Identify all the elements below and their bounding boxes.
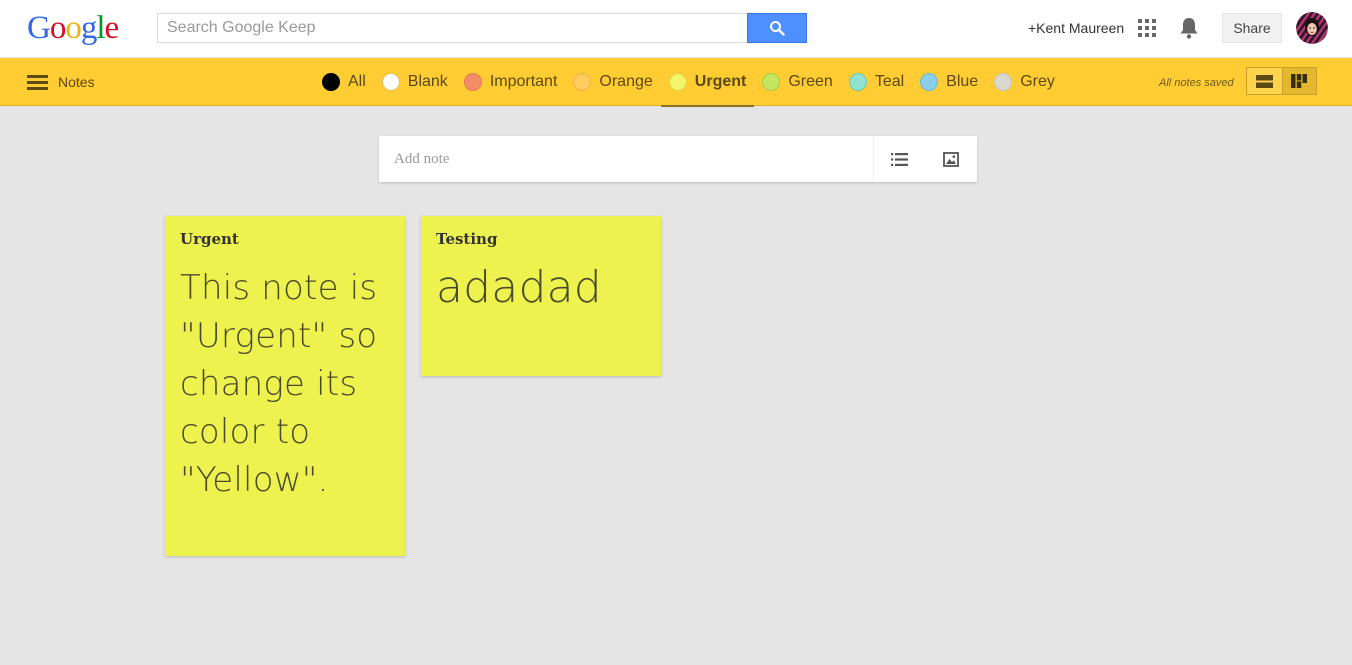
grid-view-icon (1291, 74, 1308, 88)
logo-letter: G (27, 10, 51, 46)
logo-letter: l (96, 10, 105, 46)
filter-blue[interactable]: Blue (912, 58, 986, 106)
color-dot-icon (573, 73, 592, 91)
filter-green[interactable]: Green (754, 58, 840, 106)
search-icon (770, 21, 785, 36)
search-box (157, 13, 748, 43)
add-note-bar (379, 136, 977, 182)
filter-grey[interactable]: Grey (986, 58, 1063, 106)
color-dot-icon (381, 73, 400, 91)
color-dot-icon (322, 73, 340, 91)
search-button[interactable] (747, 13, 807, 43)
checklist-icon (891, 152, 909, 166)
new-image-note-button[interactable] (926, 136, 978, 182)
avatar[interactable] (1296, 12, 1328, 44)
color-dot-icon (994, 73, 1013, 91)
user-profile-link[interactable]: +Kent Maureen (1028, 19, 1124, 37)
logo-letter: e (104, 10, 120, 46)
filter-teal[interactable]: Teal (841, 58, 912, 106)
color-filters: All Blank Important Orange Urgent Green Teal Bl… (314, 58, 1063, 107)
image-icon (943, 151, 960, 167)
new-list-button[interactable] (874, 136, 926, 182)
note-body: This note is "Urgent" so change its colo… (180, 268, 378, 500)
filter-blank[interactable]: Blank (374, 58, 456, 106)
filter-label: Orange (599, 73, 653, 90)
filter-label: Teal (874, 73, 905, 90)
google-logo[interactable]: Google (27, 9, 120, 47)
color-dot-icon (920, 73, 939, 91)
filter-label: Urgent (694, 73, 747, 90)
add-note-input[interactable] (379, 136, 873, 182)
filter-important[interactable]: Important (456, 58, 566, 106)
apps-grid-icon[interactable] (1138, 19, 1156, 37)
filter-label: All (348, 73, 366, 90)
note-title: Testing (436, 230, 498, 248)
list-view-icon (1255, 74, 1273, 88)
color-dot-icon (848, 73, 867, 91)
top-header: Google +Kent Maureen Share (0, 0, 1352, 58)
logo-letter: o (65, 10, 81, 46)
notes-section-label[interactable]: Notes (58, 74, 95, 91)
filter-orange[interactable]: Orange (565, 58, 660, 106)
filter-urgent[interactable]: Urgent (660, 58, 755, 107)
filter-label: Grey (1020, 73, 1055, 90)
hamburger-icon[interactable] (27, 75, 48, 90)
color-dot-icon (463, 73, 482, 91)
filter-label: Blank (407, 73, 448, 90)
color-filter-toolbar: Notes All Blank Important Orange Urgent Green… (0, 58, 1352, 107)
bell-icon[interactable] (1178, 16, 1200, 40)
logo-letter: g (80, 10, 97, 46)
filter-label: Blue (946, 73, 979, 90)
share-button[interactable]: Share (1222, 13, 1282, 43)
note-card[interactable]: Testing adadad (421, 216, 661, 376)
add-note-actions (873, 136, 977, 182)
filter-all[interactable]: All (314, 58, 374, 106)
filter-label: Green (788, 73, 833, 90)
grid-view-button[interactable] (1281, 68, 1316, 94)
color-dot-icon (762, 73, 781, 91)
note-body: adadad (436, 262, 602, 313)
color-dot-icon (668, 73, 687, 91)
view-toggle (1246, 67, 1317, 95)
note-title: Urgent (180, 230, 239, 248)
save-status: All notes saved (1159, 77, 1234, 89)
search-input[interactable] (158, 14, 748, 42)
logo-letter: o (49, 10, 66, 46)
filter-label: Important (489, 73, 558, 90)
list-view-button[interactable] (1247, 68, 1282, 94)
note-card[interactable]: Urgent This note is "Urgent" so change i… (165, 216, 405, 556)
